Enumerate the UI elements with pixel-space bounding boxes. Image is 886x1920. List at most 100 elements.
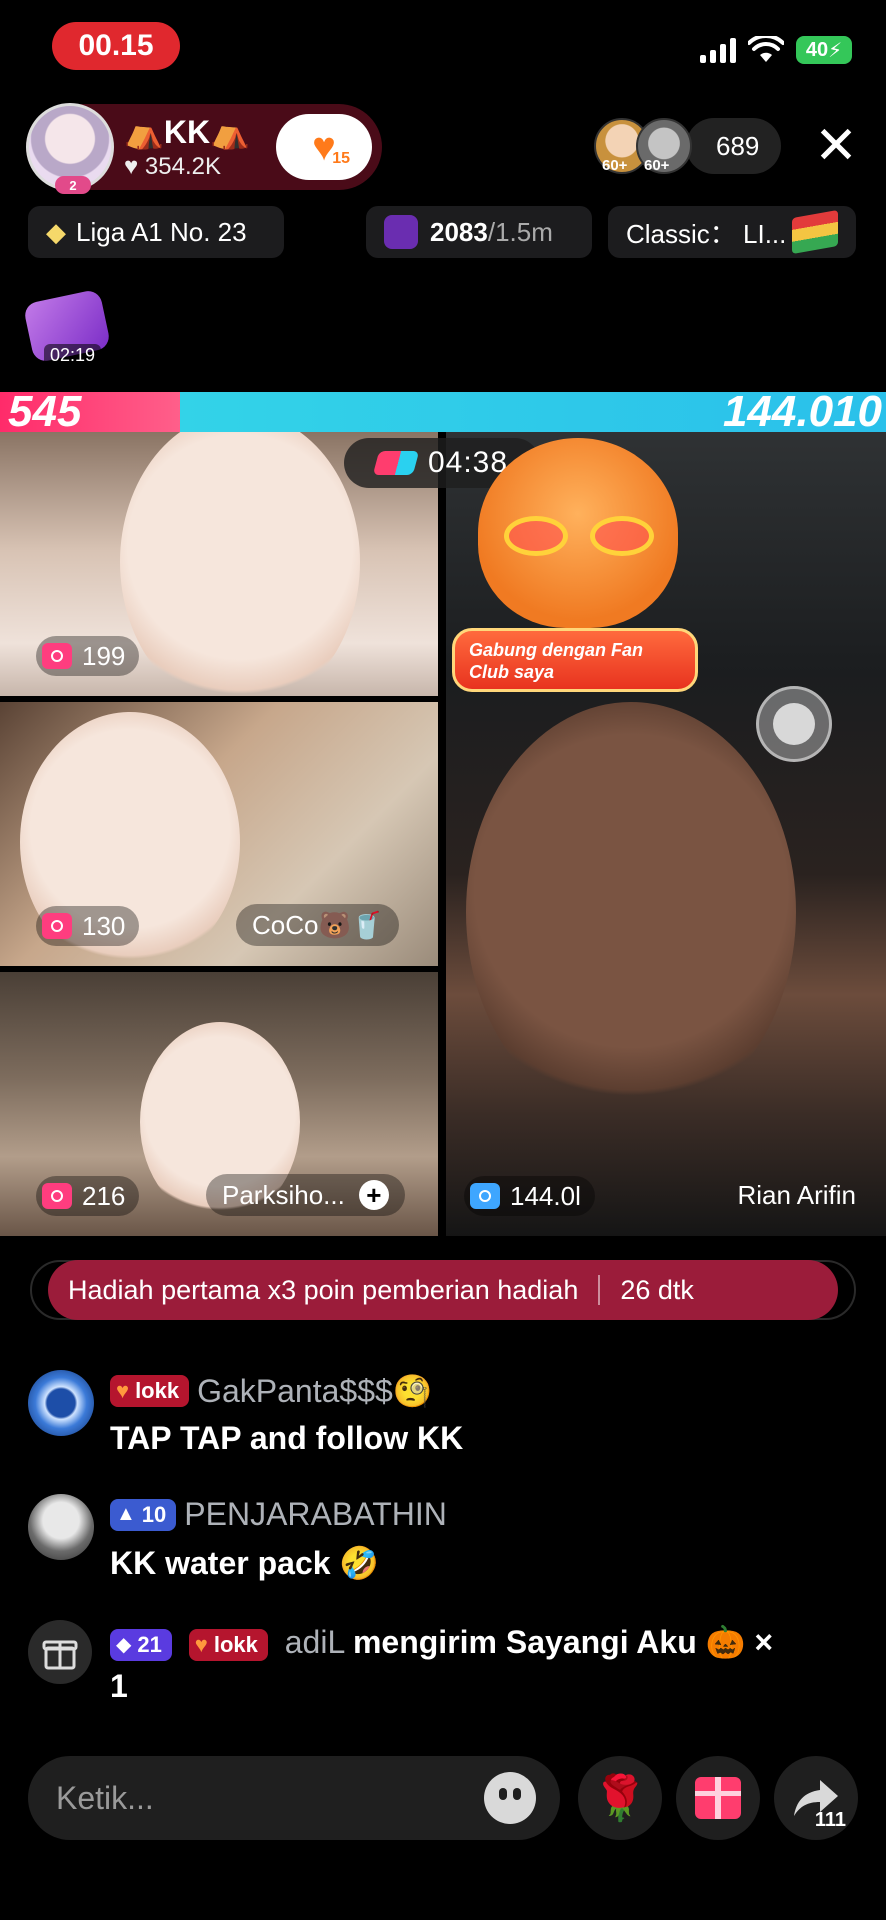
tile-gift-count: 144.0l (464, 1176, 595, 1216)
heart-icon: ♥ (116, 1378, 130, 1403)
host-likes: ♥ 354.2K (124, 153, 221, 180)
gift-multiplier: × (754, 1624, 774, 1660)
assistive-touch-button[interactable] (756, 686, 832, 762)
classic-chip[interactable]: Classic： LI... (608, 206, 856, 258)
level-icon: ▲ (116, 1503, 136, 1525)
signal-icon (700, 37, 736, 63)
announcement-text: Hadiah pertama x3 poin pemberian hadiah (68, 1274, 579, 1305)
fan-club-badge-label: lokk (135, 1378, 180, 1403)
announcement-banner[interactable]: Hadiah pertama x3 poin pemberian hadiah … (48, 1260, 838, 1320)
ranking-total: /1.5m (487, 216, 553, 247)
tile-username[interactable]: Rian Arifin (722, 1174, 873, 1216)
tile-gift-value: 216 (82, 1180, 126, 1211)
battle-left-score: 545 (0, 390, 180, 434)
battle-right-score: 144.010 (180, 390, 886, 434)
close-icon[interactable]: ✕ (812, 120, 860, 172)
classic-label: Classic： LI... (626, 218, 787, 249)
tile-gift-count: 199 (36, 636, 140, 676)
viewer-badge: 60+ (602, 157, 628, 174)
tile-username[interactable]: Parksiho... + (206, 1174, 405, 1216)
league-chip[interactable]: ◆ Liga A1 No. 23 (28, 206, 284, 258)
tile-username-text: Parksiho... (222, 1179, 345, 1210)
status-icons: 40 ⚡ (700, 36, 852, 64)
level-badge: ◆ 21 (110, 1628, 172, 1661)
treasure-box[interactable]: 02:19 (22, 288, 112, 368)
chat-avatar[interactable] (28, 1370, 94, 1436)
tile-gift-value: 130 (82, 910, 126, 941)
level-badge-value: 10 (141, 1501, 167, 1527)
status-time: 00.15 (52, 22, 180, 70)
video-tile-2[interactable]: 130 CoCo🐻🥤 (0, 702, 438, 966)
host-avatar[interactable]: 2 (26, 103, 114, 194)
tile-gift-count: 216 (36, 1176, 140, 1216)
chat-avatar[interactable] (28, 1494, 94, 1560)
gift-camera-icon (42, 643, 72, 669)
gift-button[interactable] (676, 1756, 760, 1840)
chat-text: TAP TAP and follow KK (110, 1420, 464, 1456)
share-count: 111 (814, 1809, 846, 1831)
share-button[interactable]: 111 (774, 1756, 858, 1840)
gift-count: 1 (110, 1668, 128, 1704)
comment-input[interactable] (56, 1779, 484, 1817)
gift-icon (695, 1777, 741, 1819)
viewer-badge: 60+ (644, 157, 670, 174)
battery-icon: 40 ⚡ (796, 36, 852, 64)
fan-club-badge: ♥ lokk (188, 1628, 268, 1661)
announcement-divider (598, 1275, 601, 1305)
rose-button[interactable]: 🌹 (578, 1756, 662, 1840)
co-host-grid: 199 130 CoCo🐻🥤 216 Parksiho... + 144.0l … (0, 432, 886, 1236)
heart-icon: ♥ (194, 1631, 208, 1657)
league-label: Liga A1 No. 23 (76, 216, 247, 247)
host-info: ⛺KK⛺ ♥ 354.2K (124, 113, 250, 181)
fan-club-badge-label: lokk (213, 1631, 258, 1657)
emoji-icon[interactable] (484, 1772, 536, 1824)
fan-club-badge: ♥ lokk (110, 1375, 190, 1407)
status-time-text: 00.15 (78, 29, 154, 62)
announcement-countdown: 26 dtk (620, 1274, 694, 1305)
chat-header: ▲ 10 PENJARABATHIN (110, 1496, 447, 1533)
battle-icon (372, 451, 420, 475)
tile-gift-value: 199 (82, 640, 126, 671)
chat-username[interactable]: PENJARABATHIN (184, 1496, 447, 1533)
gift-camera-icon (42, 1183, 72, 1209)
gift-sender[interactable]: adiL (285, 1624, 344, 1660)
tile-gift-value: 144.0l (510, 1180, 581, 1211)
chat-header: ♥ lokk GakPanta$$$🧐 (110, 1372, 433, 1410)
video-feed (120, 432, 360, 696)
mascot-glasses (504, 516, 654, 556)
level-icon: ◆ (116, 1633, 132, 1656)
tile-gift-count: 130 (36, 906, 140, 946)
gift-message-text: ◆ 21 ♥ lokk adiL mengirim Sayangi Aku 🎃 × … (110, 1620, 886, 1708)
diamond-icon: ◆ (46, 216, 66, 247)
follow-plus-icon[interactable]: + (358, 1180, 389, 1210)
viewer-avatar[interactable]: 60+ (636, 118, 692, 174)
wifi-icon (748, 36, 784, 62)
viewer-count[interactable]: 689 (686, 118, 782, 174)
video-feed (466, 702, 796, 1122)
host-profile[interactable]: 2 ⛺KK⛺ ♥ 354.2K ♥ 15 (26, 103, 382, 194)
fan-club-banner[interactable]: Gabung dengan Fan Club saya (452, 628, 698, 692)
gift-camera-icon (470, 1183, 500, 1209)
comment-box[interactable] (28, 1756, 560, 1840)
gift-message-avatar (28, 1620, 92, 1684)
fan-club-button[interactable]: ♥ 15 (276, 114, 372, 180)
gift-camera-icon (42, 913, 72, 939)
tile-username[interactable]: CoCo🐻🥤 (236, 904, 400, 946)
fan-club-count: 15 (332, 150, 350, 167)
gift-icon (42, 1640, 78, 1670)
ranking-chip[interactable]: 2083 /1.5m (366, 206, 592, 258)
gift-description: mengirim Sayangi Aku 🎃 (352, 1624, 746, 1660)
ranking-score: 2083 (430, 216, 488, 247)
viewer-list[interactable]: 60+ 60+ 689 (594, 118, 782, 174)
chat-text: KK water pack 🤣 (110, 1545, 380, 1581)
host-level-badge: 2 (55, 176, 91, 194)
video-tile-3[interactable]: 216 Parksiho... + (0, 972, 438, 1236)
battle-score-bar: 545 144.010 (0, 390, 886, 434)
flag-icon (792, 209, 838, 255)
rose-icon: 🌹 (592, 1774, 648, 1823)
battery-level: 40 (805, 38, 829, 61)
level-badge: ▲ 10 (110, 1498, 177, 1531)
gift-bag-icon (384, 215, 418, 249)
host-name: ⛺KK⛺ (124, 114, 250, 150)
chat-username[interactable]: GakPanta$$$🧐 (197, 1372, 433, 1410)
